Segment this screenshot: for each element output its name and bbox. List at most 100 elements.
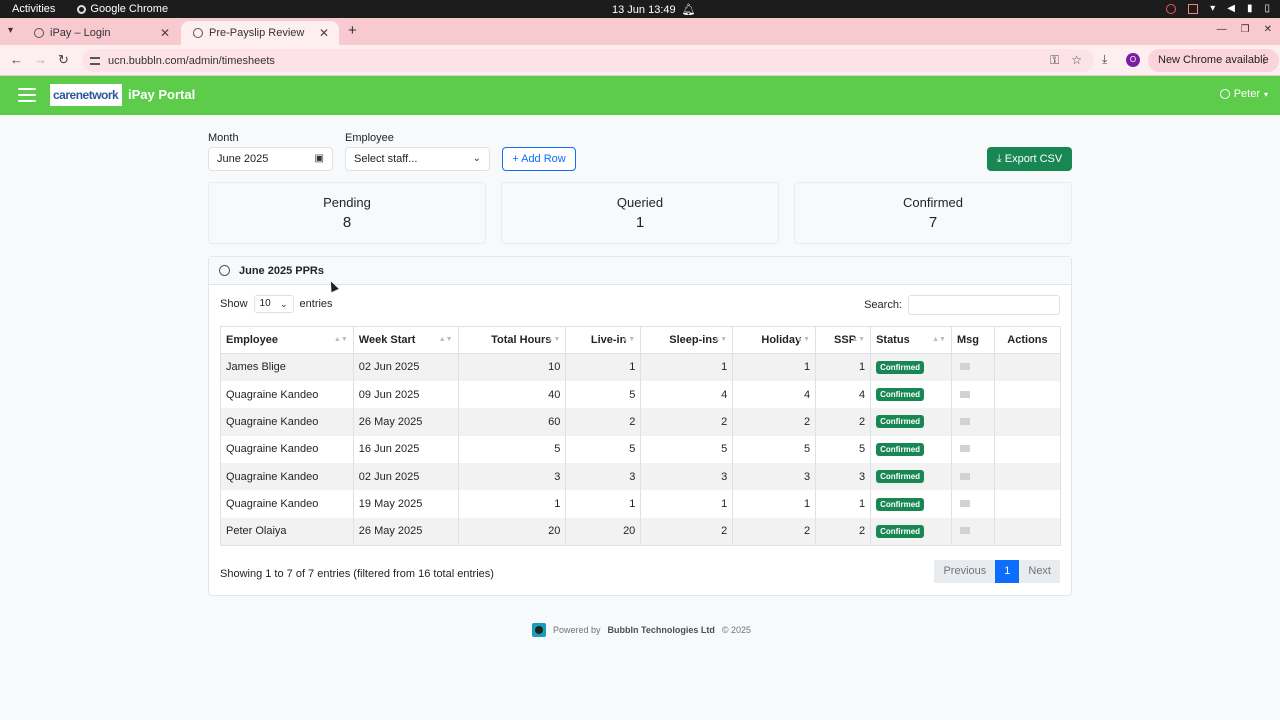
page-size-select[interactable]: 10 ⌄ [253,295,294,313]
export-csv-button[interactable]: ⤓ Export CSV [987,147,1072,171]
col-live-in[interactable]: Live-in ▲▼ [565,326,642,354]
restore-icon[interactable]: ❐ [1241,24,1250,35]
brand-title[interactable]: iPay Portal [128,87,195,102]
tab-search-icon[interactable]: ▾ [8,25,13,36]
status-badge: Confirmed [876,470,925,484]
table-row[interactable]: Peter Olaiya 26 May 2025 20 20 2 2 2 Confirmed [220,517,1062,546]
sort-icon: ▲▼ [333,336,348,343]
next-button[interactable]: Next [1019,560,1060,583]
envelope-icon[interactable] [959,500,970,508]
previous-button[interactable]: Previous [934,560,996,583]
card-value: 8 [342,214,352,231]
table-row[interactable]: Quagraine Kandeo 09 Jun 2025 40 5 4 4 4 Confirm… [220,380,1062,409]
table-row[interactable]: Quagraine Kandeo 19 May 2025 1 1 1 1 1 Confirme… [220,490,1062,518]
cell-total-hours: 60 [457,408,567,436]
tab-pre-payslip-review[interactable]: Pre-Payslip Review ✕ [181,21,339,45]
table-row[interactable]: Quagraine Kandeo 26 May 2025 60 2 2 2 2 Confirm… [220,408,1062,436]
network-icon [1166,3,1177,14]
minimize-icon[interactable]: — [1217,24,1227,35]
close-icon[interactable]: ✕ [319,26,329,40]
user-menu[interactable]: Peter ▾ [1219,88,1268,100]
envelope-icon[interactable] [959,363,970,371]
panel-title: June 2025 PPRs [239,264,324,277]
cell-live-in: 5 [565,435,642,464]
card-title: Confirmed [903,195,963,210]
col-ssp[interactable]: SSP ▲▼ [815,326,872,354]
envelope-icon[interactable] [959,390,970,398]
envelope-icon[interactable] [959,527,970,535]
mic-icon: ▮ [1246,3,1253,14]
cell-employee: Quagraine Kandeo [220,490,354,518]
cell-actions [993,517,1062,546]
table-row[interactable]: Quagraine Kandeo 16 Jun 2025 5 5 5 5 5 Confirme… [220,435,1062,464]
clock[interactable]: 13 Jun 13:49 🔔︎ [612,3,696,17]
col-label: Employee [226,334,278,346]
caret-down-icon: ▾ [1263,89,1268,99]
envelope-icon[interactable] [959,472,970,480]
pagination: Previous 1 Next [934,560,1060,583]
employee-select[interactable]: Select staff... ⌄ [345,147,490,171]
page-1-button[interactable]: 1 [995,560,1020,583]
app-menu-label: Google Chrome [90,3,169,15]
hamburger-menu-icon[interactable] [18,88,36,102]
cell-total-hours: 3 [457,463,567,491]
envelope-icon[interactable] [959,417,970,425]
system-tray[interactable]: ▾ ◀ ▮ ▯ [1166,3,1270,14]
col-total-hours[interactable]: Total Hours ▲▼ [457,326,567,354]
cell-total-hours: 5 [457,435,567,464]
address-bar[interactable]: ucn.bubbln.com/admin/timesheets ⚿ ☆ [82,49,1094,72]
omnibox-actions: ⚿ ☆ [1050,53,1082,68]
activities-button[interactable]: Activities [12,3,55,15]
tab-ipay-login[interactable]: iPay – Login ✕ [22,21,180,45]
cell-week-start: 02 Jun 2025 [352,353,459,381]
status-badge: Confirmed [876,497,925,511]
cell-week-start: 16 Jun 2025 [352,435,459,464]
cell-employee: James Blige [220,353,354,381]
pending-card: Pending 8 [208,182,486,244]
col-actions: Actions [993,326,1062,354]
col-employee[interactable]: Employee ▲▼ [220,326,354,354]
cell-actions [993,353,1062,381]
star-icon[interactable]: ☆ [1071,53,1082,68]
close-icon[interactable]: ✕ [160,26,170,40]
col-holiday[interactable]: Holiday ▲▼ [732,326,817,354]
search-input[interactable] [908,295,1060,315]
download-icon: ⤓ [996,153,1002,165]
col-status[interactable]: Status ▲▼ [870,326,952,354]
close-window-icon[interactable]: ✕ [1264,24,1272,35]
month-input[interactable]: June 2025 ▣ [208,147,333,171]
new-tab-button[interactable]: + [348,22,357,39]
site-info-icon[interactable] [90,56,100,65]
envelope-icon[interactable] [959,445,970,453]
month-label: Month [208,132,239,144]
back-icon[interactable]: ← [10,52,23,67]
forward-icon[interactable]: → [34,52,47,67]
reload-icon[interactable]: ↻ [58,52,69,68]
table-row[interactable]: Quagraine Kandeo 02 Jun 2025 3 3 3 3 3 Confirme… [220,463,1062,491]
calendar-icon[interactable]: ▣ [315,148,324,170]
app-menu[interactable]: Google Chrome [77,3,168,15]
cell-total-hours: 10 [457,353,567,381]
clock-label: 13 Jun 13:49 [612,3,676,16]
sort-icon: ▲▼ [932,336,946,343]
cell-ssp: 3 [815,463,872,491]
download-icon[interactable]: ⤓ [1102,52,1107,67]
col-week-start[interactable]: Week Start ▲▼ [352,326,459,354]
cell-holiday: 2 [732,408,817,436]
cell-actions [993,463,1062,491]
footer-company: Bubbln Technologies Ltd [607,625,715,635]
more-menu-icon[interactable]: ⋮ [1258,52,1270,66]
col-label: Status [876,334,910,346]
table-info: Showing 1 to 7 of 7 entries (filtered fr… [220,568,494,580]
col-sleep-ins[interactable]: Sleep-ins ▲▼ [640,326,734,354]
profile-avatar[interactable]: O [1126,53,1140,67]
cell-ssp: 4 [815,380,872,409]
key-icon[interactable]: ⚿ [1050,53,1059,68]
carenetwork-logo[interactable]: carenetwork [50,84,122,106]
add-row-button[interactable]: + Add Row [502,147,576,171]
table-header-row: Employee ▲▼ Week Start ▲▼ Total Hours ▲▼ Li… [220,326,1062,354]
cell-sleep-ins: 3 [640,463,734,491]
entries-label: entries [299,298,333,310]
col-label: Sleep-ins [669,334,719,346]
table-row[interactable]: James Blige 02 Jun 2025 10 1 1 1 1 Confirmed [220,353,1062,381]
